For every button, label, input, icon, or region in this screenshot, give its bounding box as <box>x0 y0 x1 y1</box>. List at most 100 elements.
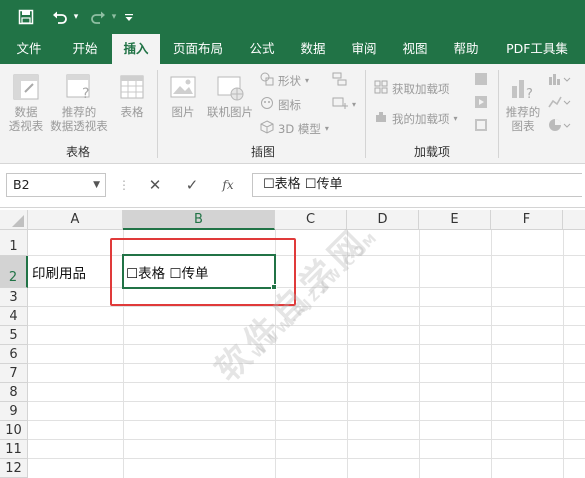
row-header-5[interactable]: 5 <box>0 326 28 345</box>
addins-group-label: 加载项 <box>413 145 450 159</box>
table-button[interactable]: 表格 <box>112 72 152 119</box>
row-header-8[interactable]: 8 <box>0 383 28 402</box>
undo-icon[interactable] <box>48 6 72 28</box>
cancel-button[interactable]: ✕ <box>145 174 165 196</box>
addin-app-icons <box>474 72 488 135</box>
more-dots-icon: ⋮ <box>118 178 130 192</box>
column-header-g[interactable] <box>563 210 585 230</box>
gridline <box>491 230 492 478</box>
online-picture-label: 联机图片 <box>207 105 253 119</box>
tab-page-layout[interactable]: 页面布局 <box>160 34 236 64</box>
recommended-pivot-label: 推荐的 数据透视表 <box>50 105 108 133</box>
save-icon[interactable] <box>14 6 38 28</box>
tables-group-label: 表格 <box>65 145 90 159</box>
online-picture-button[interactable]: 联机图片 <box>202 72 258 119</box>
svg-text:?: ? <box>526 87 533 102</box>
tab-help[interactable]: 帮助 <box>440 34 492 64</box>
row-header-11[interactable]: 11 <box>0 440 28 459</box>
insert-function-button[interactable]: fx <box>218 174 238 196</box>
row-header-7[interactable]: 7 <box>0 364 28 383</box>
picture-icon <box>168 72 198 102</box>
row-header-4[interactable]: 4 <box>0 307 28 326</box>
recommended-pivot-button[interactable]: ? 推荐的 数据透视表 <box>48 72 110 133</box>
my-addins-label: 我的加载项 <box>392 111 450 126</box>
row-header-3[interactable]: 3 <box>0 288 28 307</box>
gridline <box>419 230 420 478</box>
line-chart-icon[interactable] <box>548 95 572 112</box>
screenshot-button[interactable]: ▾ <box>332 96 356 113</box>
svg-text:?: ? <box>82 86 89 102</box>
name-box[interactable]: B2 ▼ <box>6 173 106 197</box>
smartart-button[interactable] <box>332 72 348 89</box>
icons-label: 图标 <box>278 97 301 112</box>
gridline <box>28 344 585 345</box>
store-icon <box>374 80 388 97</box>
tab-formulas[interactable]: 公式 <box>236 34 288 64</box>
select-all-corner[interactable] <box>0 210 28 230</box>
get-addins-button[interactable]: 获取加载项 <box>374 80 450 97</box>
customize-icon[interactable] <box>122 6 136 28</box>
gridline <box>28 458 585 459</box>
shapes-button[interactable]: 形状 ▾ <box>260 72 309 89</box>
column-chart-icon[interactable] <box>548 72 572 89</box>
pivot-table-icon <box>11 72 41 102</box>
enter-button[interactable]: ✓ <box>182 174 202 196</box>
redo-dropdown-icon[interactable]: ▾ <box>108 6 120 28</box>
pivot-table-button[interactable]: 数据 透视表 <box>4 72 48 133</box>
row-header-9[interactable]: 9 <box>0 402 28 421</box>
gridline <box>563 230 564 478</box>
column-header-f[interactable]: F <box>491 210 563 230</box>
column-header-e[interactable]: E <box>419 210 491 230</box>
tab-home[interactable]: 开始 <box>58 34 112 64</box>
ribbon-tabs: 文件 开始 插入 页面布局 公式 数据 审阅 视图 帮助 PDF工具集 <box>0 34 585 64</box>
column-header-d[interactable]: D <box>347 210 419 230</box>
ribbon-insert-panel: 数据 透视表 ? 推荐的 数据透视表 表格 表格 图片 联机图片 形状 ▾ 图标… <box>0 64 585 164</box>
row-header-12[interactable]: 12 <box>0 459 28 478</box>
screenshot-dropdown-icon: ▾ <box>352 100 357 109</box>
row-header-2[interactable]: 2 <box>0 256 28 288</box>
gridline <box>28 439 585 440</box>
smartart-icon <box>332 72 348 89</box>
picture-button[interactable]: 图片 <box>164 72 202 119</box>
tab-file[interactable]: 文件 <box>0 34 58 64</box>
illustrations-group-label: 插图 <box>250 145 275 159</box>
row-header-1[interactable]: 1 <box>0 230 28 256</box>
3d-model-dropdown-icon: ▾ <box>324 124 329 133</box>
cell-a2[interactable]: 印刷用品 <box>32 262 86 282</box>
gridline <box>28 382 585 383</box>
formula-input[interactable]: ☐表格 ☐传单 <box>252 173 582 197</box>
column-header-a[interactable]: A <box>28 210 123 230</box>
row-header-6[interactable]: 6 <box>0 345 28 364</box>
tab-pdf-tools[interactable]: PDF工具集 <box>492 34 582 64</box>
shapes-icon <box>260 72 274 89</box>
recommended-charts-button[interactable]: ? 推荐的 图表 <box>502 72 544 133</box>
tab-insert[interactable]: 插入 <box>112 34 160 64</box>
addin-icon <box>374 110 388 127</box>
worksheet-grid: A B C D E F 1 2 3 4 5 6 7 8 9 10 11 12 印… <box>0 208 585 478</box>
3d-model-label: 3D 模型 <box>278 121 321 136</box>
name-box-value: B2 <box>13 177 30 192</box>
chevron-down-icon[interactable]: ▼ <box>93 174 100 196</box>
tab-review[interactable]: 审阅 <box>338 34 390 64</box>
3d-model-button[interactable]: 3D 模型 ▾ <box>260 120 329 137</box>
visio-icon[interactable] <box>474 72 488 89</box>
pie-chart-icon[interactable] <box>548 118 572 135</box>
redo-icon[interactable] <box>86 6 110 28</box>
ribbon-separator <box>157 70 158 158</box>
title-bar: ▾ ▾ <box>0 0 585 34</box>
cube-icon <box>260 120 274 137</box>
get-addins-label: 获取加载项 <box>392 81 450 96</box>
icons-icon <box>260 96 274 113</box>
my-addins-button[interactable]: 我的加载项 ▾ <box>374 110 458 127</box>
ribbon-separator <box>498 70 499 158</box>
tab-view[interactable]: 视图 <box>390 34 440 64</box>
row-header-10[interactable]: 10 <box>0 421 28 440</box>
undo-dropdown-icon[interactable]: ▾ <box>70 6 82 28</box>
screenshot-icon <box>332 96 348 113</box>
column-header-b[interactable]: B <box>123 210 275 230</box>
online-picture-icon <box>215 72 245 102</box>
icons-button[interactable]: 图标 <box>260 96 301 113</box>
video-icon[interactable] <box>474 95 488 112</box>
tab-data[interactable]: 数据 <box>288 34 338 64</box>
bing-map-icon[interactable] <box>474 118 488 135</box>
